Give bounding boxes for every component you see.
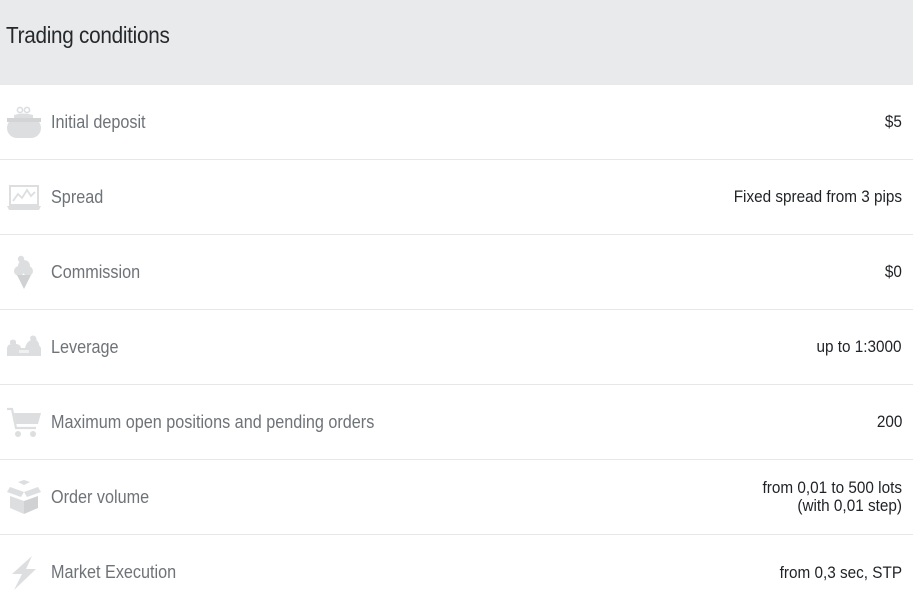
condition-row-max-positions: Maximum open positions and pending order…	[0, 385, 913, 460]
flexed-arm-icon	[6, 329, 42, 365]
open-box-icon	[6, 479, 42, 515]
shopping-cart-icon	[6, 404, 42, 440]
condition-value: $5	[884, 112, 902, 131]
condition-value-line-2: (with 0,01 step)	[797, 496, 902, 515]
condition-value-line-1: from 0,01 to 500 lots	[762, 478, 902, 497]
condition-row-market-execution: Market Execution from 0,3 sec, STP	[0, 535, 913, 610]
panel-header: Trading conditions	[0, 0, 913, 85]
wallet-icon	[6, 104, 42, 140]
condition-value: from 0,01 to 500 lots (with 0,01 step)	[763, 479, 902, 515]
condition-label: Spread	[51, 186, 104, 207]
condition-label: Commission	[51, 261, 141, 282]
condition-row-leverage: Leverage up to 1:3000	[0, 310, 913, 385]
condition-value: 200	[876, 412, 902, 431]
condition-value: up to 1:3000	[816, 337, 902, 356]
condition-row-spread: Spread Fixed spread from 3 pips	[0, 160, 913, 235]
condition-label: Leverage	[51, 336, 119, 357]
conditions-list: Initial deposit $5 Spread Fixed spread f…	[0, 85, 913, 610]
condition-value: Fixed spread from 3 pips	[733, 187, 902, 206]
condition-label: Market Execution	[51, 562, 177, 582]
condition-row-initial-deposit: Initial deposit $5	[0, 85, 913, 160]
condition-label: Order volume	[51, 486, 150, 507]
trading-conditions-panel: Trading conditions Initial deposit $5 Sp…	[0, 0, 913, 607]
condition-row-commission: Commission $0	[0, 235, 913, 310]
condition-value: from 0,3 sec, STP	[779, 562, 902, 582]
condition-label: Initial deposit	[51, 111, 146, 132]
lightning-icon	[6, 555, 42, 591]
condition-row-order-volume: Order volume from 0,01 to 500 lots (with…	[0, 460, 913, 535]
condition-label: Maximum open positions and pending order…	[51, 411, 375, 432]
condition-value: $0	[884, 262, 902, 281]
page-title: Trading conditions	[6, 22, 170, 48]
laptop-chart-icon	[6, 179, 42, 215]
ice-cream-icon	[6, 254, 42, 290]
